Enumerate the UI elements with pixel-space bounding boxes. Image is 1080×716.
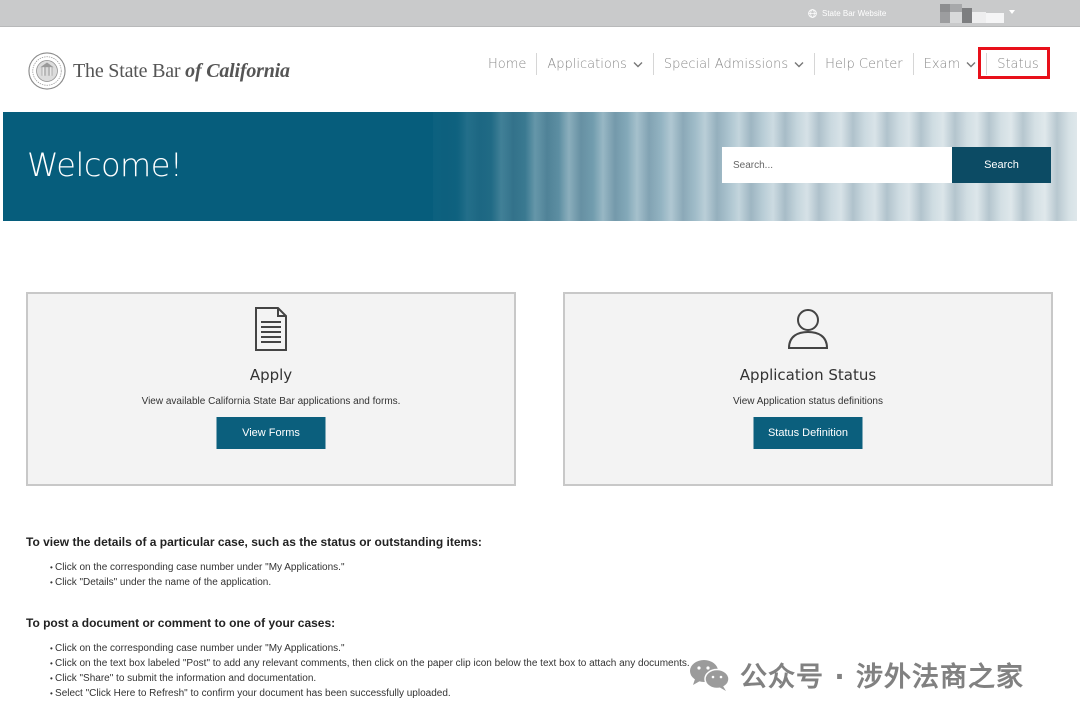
watermark: 公众号 · 涉外法商之家	[688, 655, 1024, 694]
user-icon	[787, 309, 829, 349]
wechat-icon	[690, 659, 730, 691]
application-status-card: Application Status View Application stat…	[563, 292, 1053, 486]
nav-help-center[interactable]: Help Center	[815, 53, 914, 75]
globe-icon	[808, 9, 817, 18]
logo-text: The State Bar of California	[73, 59, 290, 82]
watermark-text: 公众号 · 涉外法商之家	[740, 662, 1025, 693]
post-document-section: To post a document or comment to one of …	[26, 616, 690, 701]
apply-description: View available California State Bar appl…	[141, 396, 401, 407]
view-forms-button[interactable]: View Forms	[216, 417, 326, 449]
state-seal-icon	[28, 52, 66, 90]
post-document-list: Click on the corresponding case number u…	[50, 641, 690, 701]
hero-gradient	[423, 112, 563, 221]
list-item: Click on the text box labeled "Post" to …	[50, 656, 690, 671]
list-item: Select "Click Here to Refresh" to confir…	[50, 686, 690, 701]
list-item: Click "Details" under the name of the ap…	[50, 575, 482, 590]
view-details-heading: To view the details of a particular case…	[26, 535, 482, 549]
application-status-description: View Application status definitions	[733, 396, 883, 407]
status-definition-button[interactable]: Status Definition	[753, 417, 863, 449]
view-details-section: To view the details of a particular case…	[26, 535, 482, 590]
list-item: Click on the corresponding case number u…	[50, 641, 690, 656]
chevron-down-icon	[966, 61, 976, 67]
nav-home[interactable]: Home	[478, 53, 538, 75]
post-document-heading: To post a document or comment to one of …	[26, 616, 336, 630]
document-icon	[255, 307, 287, 351]
chevron-down-icon[interactable]	[1009, 10, 1015, 14]
welcome-heading: Welcome!	[27, 146, 183, 184]
main-nav: Home Applications Special Admissions Hel…	[478, 52, 1049, 76]
status-highlight-box	[978, 47, 1050, 79]
nav-applications[interactable]: Applications	[537, 53, 654, 75]
utility-bar: State Bar Website	[0, 0, 1080, 27]
application-status-title: Application Status	[739, 366, 877, 384]
state-bar-website-link[interactable]: State Bar Website	[808, 9, 886, 18]
chevron-down-icon	[794, 61, 804, 67]
user-account-menu[interactable]	[940, 4, 1004, 23]
list-item: Click "Share" to submit the information …	[50, 671, 690, 686]
search-input[interactable]	[722, 147, 952, 183]
nav-special-admissions[interactable]: Special Admissions	[654, 53, 816, 75]
view-details-list: Click on the corresponding case number u…	[50, 560, 482, 590]
search-button[interactable]: Search	[952, 147, 1051, 183]
list-item: Click on the corresponding case number u…	[50, 560, 482, 575]
apply-card: Apply View available California State Ba…	[26, 292, 516, 486]
hero-banner: Welcome! Search	[3, 112, 1077, 221]
chevron-down-icon	[633, 61, 643, 67]
apply-title: Apply	[249, 366, 293, 384]
nav-exam[interactable]: Exam	[914, 53, 988, 75]
site-header: The State Bar of California Home Applica…	[0, 28, 1080, 112]
state-bar-website-label: State Bar Website	[822, 9, 887, 18]
state-bar-logo[interactable]: The State Bar of California	[28, 52, 290, 90]
